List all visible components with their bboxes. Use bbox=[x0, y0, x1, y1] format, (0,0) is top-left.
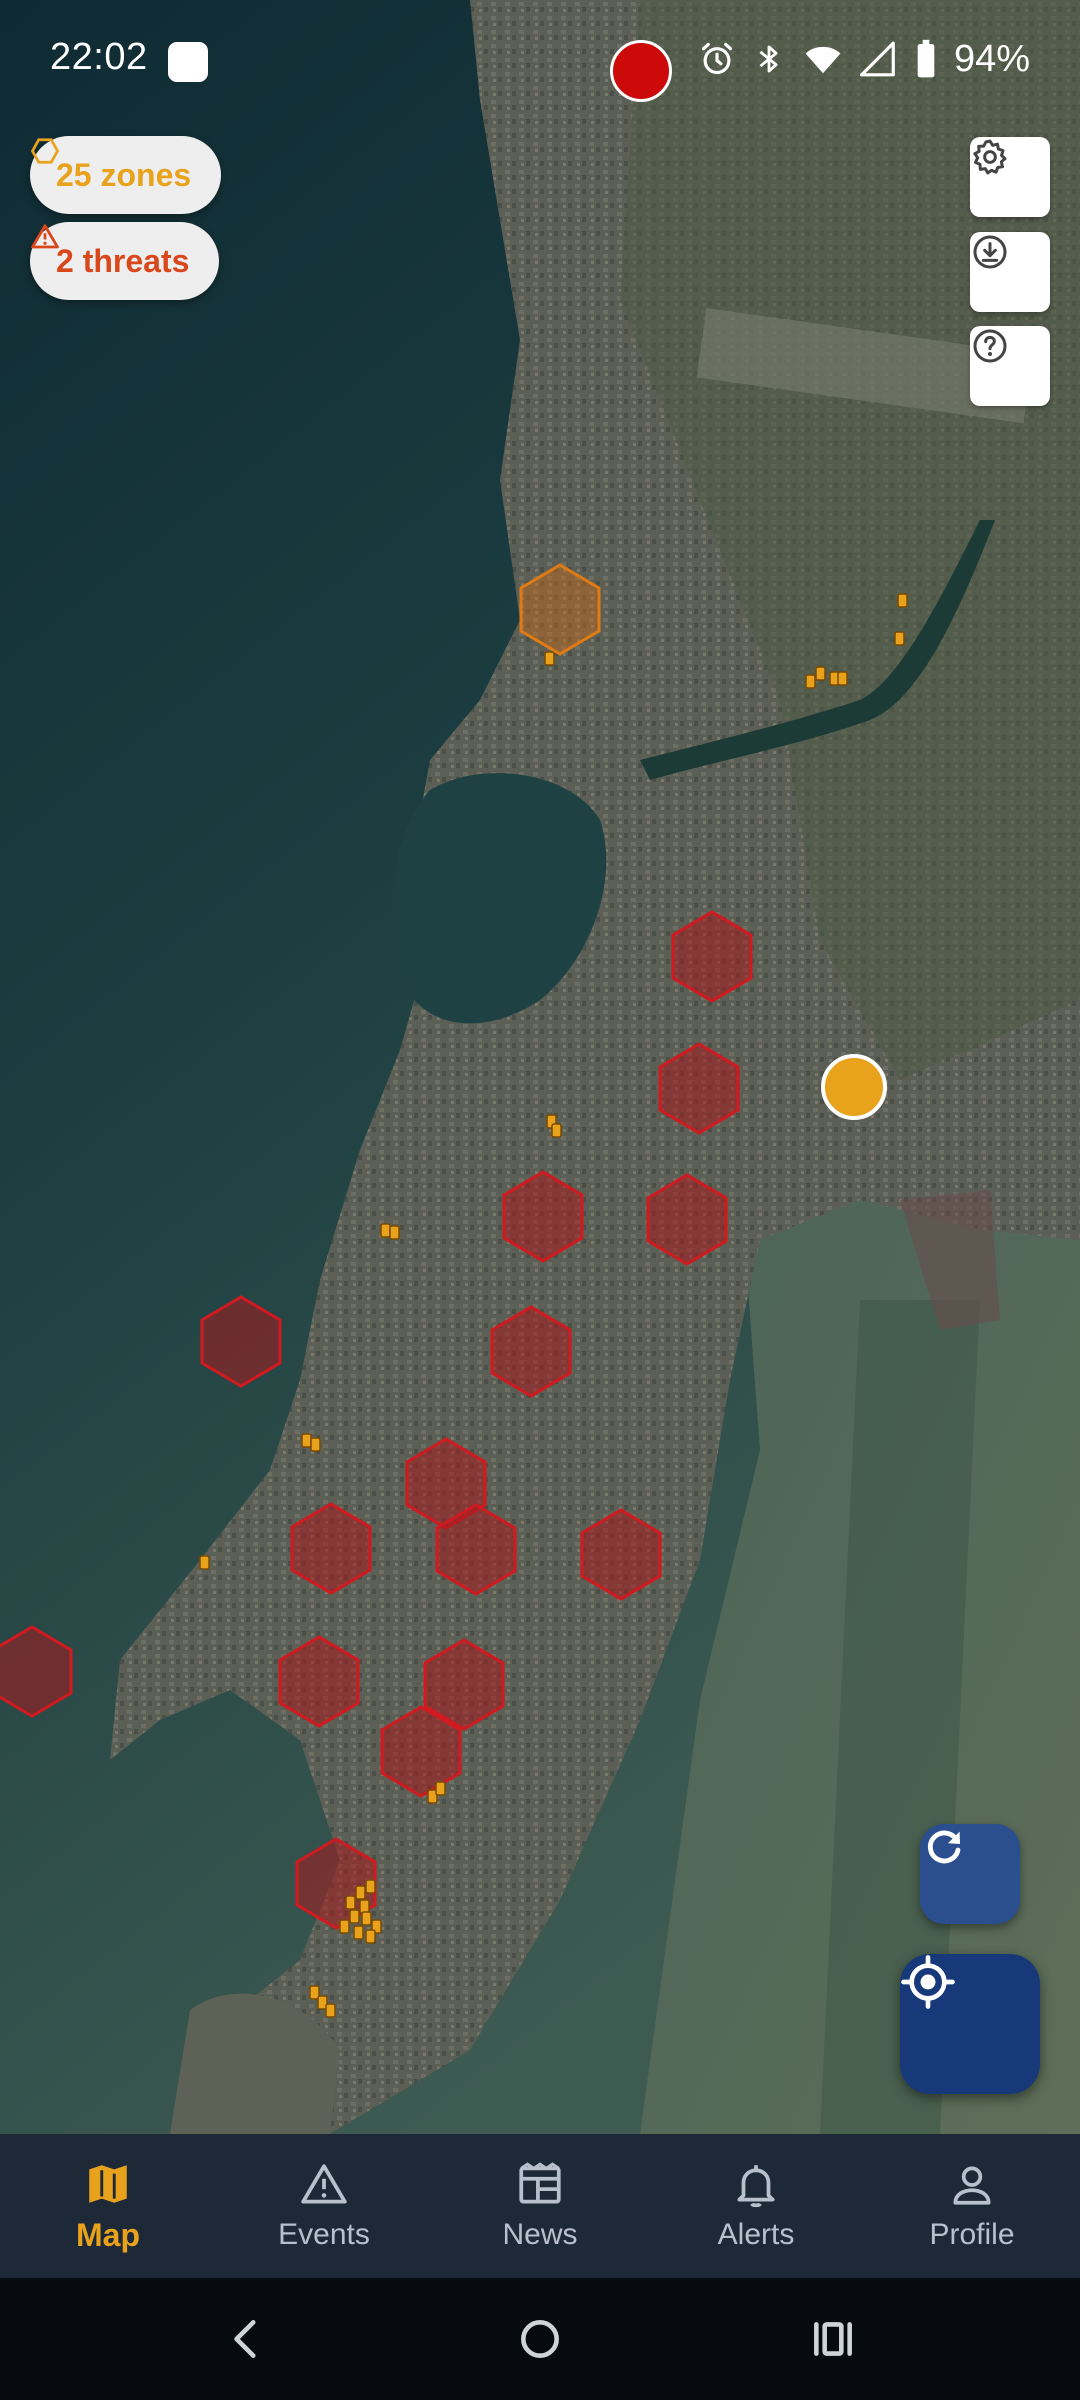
recent-apps-icon[interactable] bbox=[808, 2314, 858, 2364]
map-icon bbox=[89, 2164, 127, 2203]
nav-label-alerts: Alerts bbox=[717, 2218, 795, 2251]
threats-count-chip[interactable]: 2 threats bbox=[30, 222, 220, 300]
battery-icon bbox=[917, 39, 935, 78]
home-icon[interactable] bbox=[515, 2314, 565, 2364]
satellite-map[interactable]: 25 zones 2 threats bbox=[0, 0, 1080, 2134]
map-settings-button[interactable] bbox=[970, 137, 1050, 217]
zones-count-label: 25 zones bbox=[56, 156, 192, 193]
bottom-navigation: Map Events News Alerts Profile bbox=[0, 2134, 1080, 2278]
nav-item-map[interactable]: Map bbox=[0, 2134, 216, 2278]
user-location-dot bbox=[821, 1054, 887, 1120]
my-location-button[interactable] bbox=[900, 1954, 1040, 2094]
nav-label-events: Events bbox=[278, 2218, 370, 2251]
download-circle-icon bbox=[973, 235, 1007, 269]
nav-label-news: News bbox=[502, 2218, 578, 2251]
notification-icon bbox=[168, 42, 208, 82]
nav-item-profile[interactable]: Profile bbox=[864, 2134, 1080, 2278]
bell-icon bbox=[737, 2165, 775, 2208]
help-circle-icon bbox=[973, 329, 1007, 363]
hexagon-outline-icon bbox=[30, 138, 60, 164]
wifi-icon bbox=[805, 46, 841, 74]
bluetooth-icon bbox=[759, 45, 778, 73]
offline-download-button[interactable] bbox=[970, 232, 1050, 312]
gear-icon bbox=[973, 139, 1007, 175]
status-time: 22:02 bbox=[50, 36, 148, 78]
app-screen: 25 zones 2 threats 22:02 94% Map Events … bbox=[0, 0, 1080, 2400]
person-icon bbox=[953, 2166, 991, 2205]
status-bar: 22:02 94% bbox=[0, 0, 1080, 120]
nav-item-news[interactable]: News bbox=[432, 2134, 648, 2278]
cellular-signal-icon bbox=[859, 41, 895, 77]
system-navigation-bar bbox=[0, 2278, 1080, 2400]
zones-count-chip[interactable]: 25 zones bbox=[30, 136, 222, 214]
refresh-icon bbox=[928, 1830, 961, 1864]
back-icon[interactable] bbox=[222, 2314, 272, 2364]
map-canvas bbox=[0, 0, 1080, 2134]
recording-indicator-icon bbox=[610, 40, 672, 102]
nav-item-alerts[interactable]: Alerts bbox=[648, 2134, 864, 2278]
nav-item-events[interactable]: Events bbox=[216, 2134, 432, 2278]
nav-label-profile: Profile bbox=[929, 2218, 1015, 2251]
battery-percentage: 94% bbox=[953, 37, 1030, 80]
my-location-icon bbox=[901, 1955, 955, 2009]
help-button[interactable] bbox=[970, 326, 1050, 406]
nav-label-map: Map bbox=[76, 2216, 140, 2253]
warning-icon bbox=[301, 2164, 347, 2204]
alarm-icon bbox=[701, 42, 732, 75]
threats-count-label: 2 threats bbox=[56, 242, 190, 279]
newspaper-icon bbox=[519, 2162, 561, 2204]
status-icons: 94% bbox=[698, 34, 1030, 84]
warning-triangle-icon bbox=[31, 224, 59, 249]
refresh-button[interactable] bbox=[920, 1824, 1020, 1924]
